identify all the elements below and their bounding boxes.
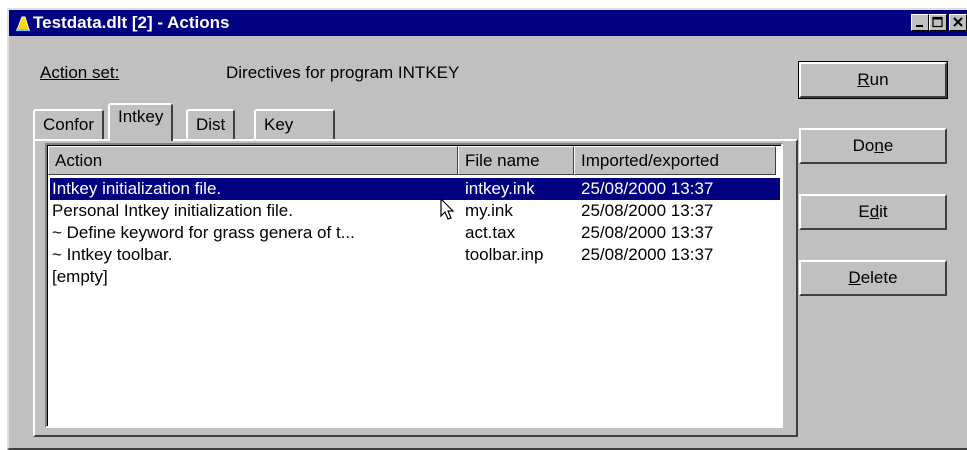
row-action: ~ Intkey toolbar. [52,245,173,264]
column-header-action-label: Action [55,151,103,170]
maximize-icon [932,16,943,28]
row-file-name: toolbar.inp [465,245,544,264]
delete-button[interactable]: Delete [799,260,947,296]
minimize-icon [916,25,923,27]
close-button[interactable] [949,14,967,31]
action-set-value: Directives for program INTKEY [226,63,460,82]
table-row[interactable]: [empty] [50,266,780,288]
run-button-post: un [869,70,889,89]
table-row[interactable]: Intkey initialization file. intkey.ink 2… [50,178,780,200]
minimize-button[interactable] [911,14,929,31]
app-icon [14,13,32,33]
column-header-imported-exported[interactable]: Imported/exported [574,146,776,175]
tab-intkey[interactable]: Intkey [108,103,174,141]
close-icon [953,17,963,27]
column-header-file-name-label: File name [465,151,540,170]
column-header-imported-exported-label: Imported/exported [581,151,719,170]
column-header-action[interactable]: Action [48,146,458,175]
row-file-name: my.ink [465,201,513,220]
run-button[interactable]: Run [798,61,948,99]
done-button-post: e [883,136,894,155]
table-row[interactable]: Personal Intkey initialization file. my.… [50,200,780,222]
row-action: Intkey initialization file. [52,179,222,198]
done-button-mnemonic: n [874,136,884,155]
actions-list[interactable]: Action File name Imported/exported Intke… [45,143,783,428]
done-button-pre: Do [852,136,875,155]
done-button[interactable]: Done [799,128,947,164]
window-title: Testdata.dlt [2] - Actions [33,13,230,32]
action-set-label: Action set: [40,63,119,83]
edit-button[interactable]: Edit [799,194,947,230]
row-action: ~ Define keyword for grass genera of t..… [52,223,355,242]
row-date: 25/08/2000 13:37 [581,179,714,198]
column-header-file-name[interactable]: File name [458,146,574,175]
row-date: 25/08/2000 13:37 [581,245,714,264]
row-date: 25/08/2000 13:37 [581,223,714,242]
tab-confor-label: Confor [43,115,95,134]
action-set-label-text: Action set: [40,63,120,82]
table-row[interactable]: ~ Intkey toolbar. toolbar.inp 25/08/2000… [50,244,780,266]
tab-key-label: Key [264,115,294,134]
title-bar[interactable]: Testdata.dlt [2] - Actions [9,10,967,36]
actions-window: Testdata.dlt [2] - Actions Action set: D… [7,8,967,450]
tab-confor[interactable]: Confor [33,109,105,139]
maximize-button[interactable] [929,14,947,31]
delete-button-mnemonic: D [848,268,861,287]
edit-button-mnemonic: d [869,202,880,221]
row-action: [empty] [52,267,108,286]
table-row[interactable]: ~ Define keyword for grass genera of t..… [50,222,780,244]
tab-dist-label: Dist [196,115,226,134]
row-date: 25/08/2000 13:37 [581,201,714,220]
tab-intkey-label: Intkey [118,107,164,126]
mouse-pointer-icon [440,197,456,227]
tab-dist[interactable]: Dist [186,109,236,139]
edit-button-post: it [879,202,888,221]
row-action: Personal Intkey initialization file. [52,201,293,220]
row-file-name: intkey.ink [465,179,535,198]
tab-key[interactable]: Key [254,109,335,139]
delete-button-post: elete [860,268,898,287]
edit-button-pre: E [858,202,870,221]
run-button-mnemonic: R [857,70,870,89]
row-file-name: act.tax [465,223,516,242]
